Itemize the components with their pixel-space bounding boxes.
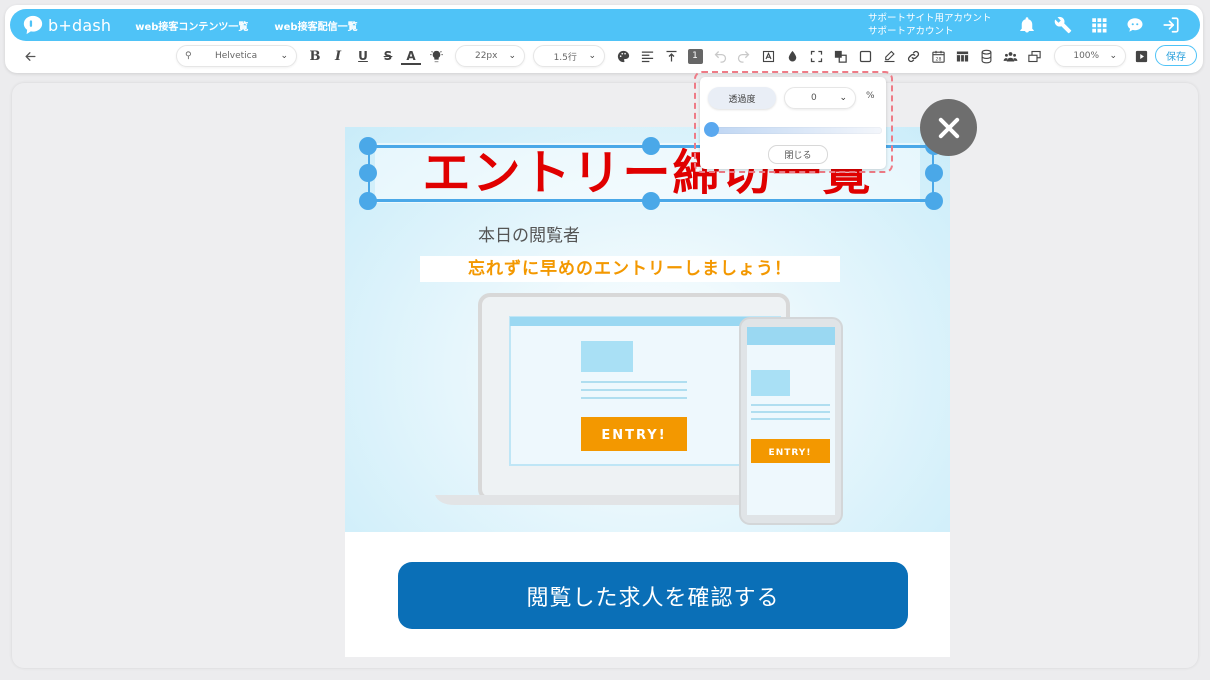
editor-toolbar: ⚲ Helvetica ⌄ B I U S A 22px ⌄ 1.5行 ⌄ 1 <box>0 45 1210 69</box>
vertical-align-top-icon[interactable] <box>661 45 681 67</box>
zoom-value: 100% <box>1073 51 1100 61</box>
chevron-down-icon: ⌄ <box>588 51 596 61</box>
opacity-panel: 透過度 0 ⌄ % 閉じる <box>700 77 886 169</box>
resize-handle-left[interactable] <box>359 164 377 182</box>
layer-order-badge[interactable]: 1 <box>686 45 704 67</box>
table-icon[interactable] <box>952 45 972 67</box>
preview-play-icon[interactable] <box>1131 45 1151 67</box>
resize-handle-bottom[interactable] <box>642 192 660 210</box>
logo[interactable]: b+dash <box>22 14 111 36</box>
users-group-icon[interactable] <box>1000 45 1020 67</box>
logo-icon <box>23 15 43 35</box>
highlight-bulb-icon[interactable] <box>426 45 446 67</box>
zoom-select[interactable]: 100% ⌄ <box>1054 45 1126 67</box>
save-button[interactable]: 保存 <box>1155 45 1197 66</box>
bell-icon[interactable] <box>1015 13 1039 37</box>
chatbot-icon[interactable] <box>1123 13 1147 37</box>
account-site-name: サポートサイト用アカウント <box>868 13 992 24</box>
phone-text-line <box>751 418 830 420</box>
logout-icon[interactable] <box>1159 13 1183 37</box>
delete-element-button[interactable] <box>920 99 977 156</box>
link-icon[interactable] <box>903 45 923 67</box>
text-box-icon[interactable] <box>758 45 778 67</box>
calendar-day: 28 <box>935 56 941 62</box>
chevron-down-icon: ⌄ <box>1109 51 1117 61</box>
font-family-select[interactable]: ⚲ Helvetica ⌄ <box>176 45 297 67</box>
align-left-icon[interactable] <box>637 45 657 67</box>
palette-icon[interactable] <box>613 45 633 67</box>
underline-button[interactable]: U <box>353 45 373 67</box>
chevron-down-icon: ⌄ <box>508 51 516 61</box>
phone-image-placeholder <box>751 370 790 396</box>
fullscreen-icon[interactable] <box>806 45 826 67</box>
resize-handle-top-left[interactable] <box>359 137 377 155</box>
logo-text: b+dash <box>48 15 112 35</box>
layer-order-value: 1 <box>687 48 703 64</box>
back-arrow-icon[interactable] <box>20 45 40 67</box>
italic-button[interactable]: I <box>328 45 348 67</box>
opacity-drop-icon[interactable] <box>782 45 802 67</box>
chevron-down-icon: ⌄ <box>839 93 847 103</box>
resize-handle-top[interactable] <box>642 137 660 155</box>
search-icon: ⚲ <box>185 51 192 61</box>
view-jobs-button[interactable]: 閲覧した求人を確認する <box>398 562 908 629</box>
reminder-text[interactable]: 忘れずに早めのエントリーしましょう！ <box>420 256 840 282</box>
pen-icon[interactable] <box>879 45 899 67</box>
laptop-image-placeholder <box>581 341 633 372</box>
phone-screen <box>747 327 835 515</box>
resize-handle-bottom-right[interactable] <box>925 192 943 210</box>
font-size-value: 22px <box>474 51 498 61</box>
resize-handle-right[interactable] <box>925 164 943 182</box>
close-icon <box>938 117 959 138</box>
account-info[interactable]: サポートサイト用アカウント サポートアカウント <box>868 12 992 38</box>
bold-button[interactable]: B <box>305 45 325 67</box>
text-color-button[interactable]: A <box>401 48 421 65</box>
wrench-icon[interactable] <box>1051 13 1075 37</box>
redo-icon[interactable] <box>733 45 753 67</box>
border-square-icon[interactable] <box>855 45 875 67</box>
strikethrough-button[interactable]: S <box>378 45 398 67</box>
grid-apps-icon[interactable] <box>1087 13 1111 37</box>
nav-web-delivery[interactable]: web接客配信一覧 <box>274 18 357 33</box>
layers-icon[interactable] <box>830 45 850 67</box>
windows-overlap-icon[interactable] <box>1024 45 1044 67</box>
opacity-label: 透過度 <box>708 87 776 109</box>
undo-icon[interactable] <box>710 45 730 67</box>
close-panel-button[interactable]: 閉じる <box>768 145 828 164</box>
opacity-value-select[interactable]: 0 ⌄ <box>784 87 856 109</box>
chevron-down-icon: ⌄ <box>280 51 288 61</box>
account-name: サポートアカウント <box>868 26 954 37</box>
phone-entry-label: ENTRY! <box>769 448 812 458</box>
calendar-icon[interactable]: 28 <box>928 45 948 67</box>
nav-web-contents[interactable]: web接客コンテンツ一覧 <box>135 18 248 33</box>
opacity-slider[interactable] <box>710 127 882 134</box>
font-family-value: Helvetica <box>214 51 258 61</box>
font-size-select[interactable]: 22px ⌄ <box>455 45 525 67</box>
line-height-value: 1.5行 <box>553 52 577 63</box>
laptop-text-line <box>581 397 687 399</box>
phone-screen-header <box>747 327 835 345</box>
phone-text-line <box>751 411 830 413</box>
laptop-text-line <box>581 389 687 391</box>
todays-viewers-label[interactable]: 本日の閲覧者 <box>478 221 580 246</box>
opacity-slider-thumb[interactable] <box>704 122 719 137</box>
laptop-text-line <box>581 381 687 383</box>
resize-handle-bottom-left[interactable] <box>359 192 377 210</box>
phone-text-line <box>751 404 830 406</box>
opacity-value: 0 <box>811 93 817 103</box>
line-height-select[interactable]: 1.5行 ⌄ <box>533 45 605 67</box>
opacity-unit: % <box>866 91 875 101</box>
opacity-popover: 透過度 0 ⌄ % 閉じる <box>694 71 893 173</box>
database-icon[interactable] <box>976 45 996 67</box>
top-navigation-bar: b+dash web接客コンテンツ一覧 web接客配信一覧 サポートサイト用アカ… <box>10 9 1200 41</box>
laptop-entry-label: ENTRY! <box>601 428 666 443</box>
